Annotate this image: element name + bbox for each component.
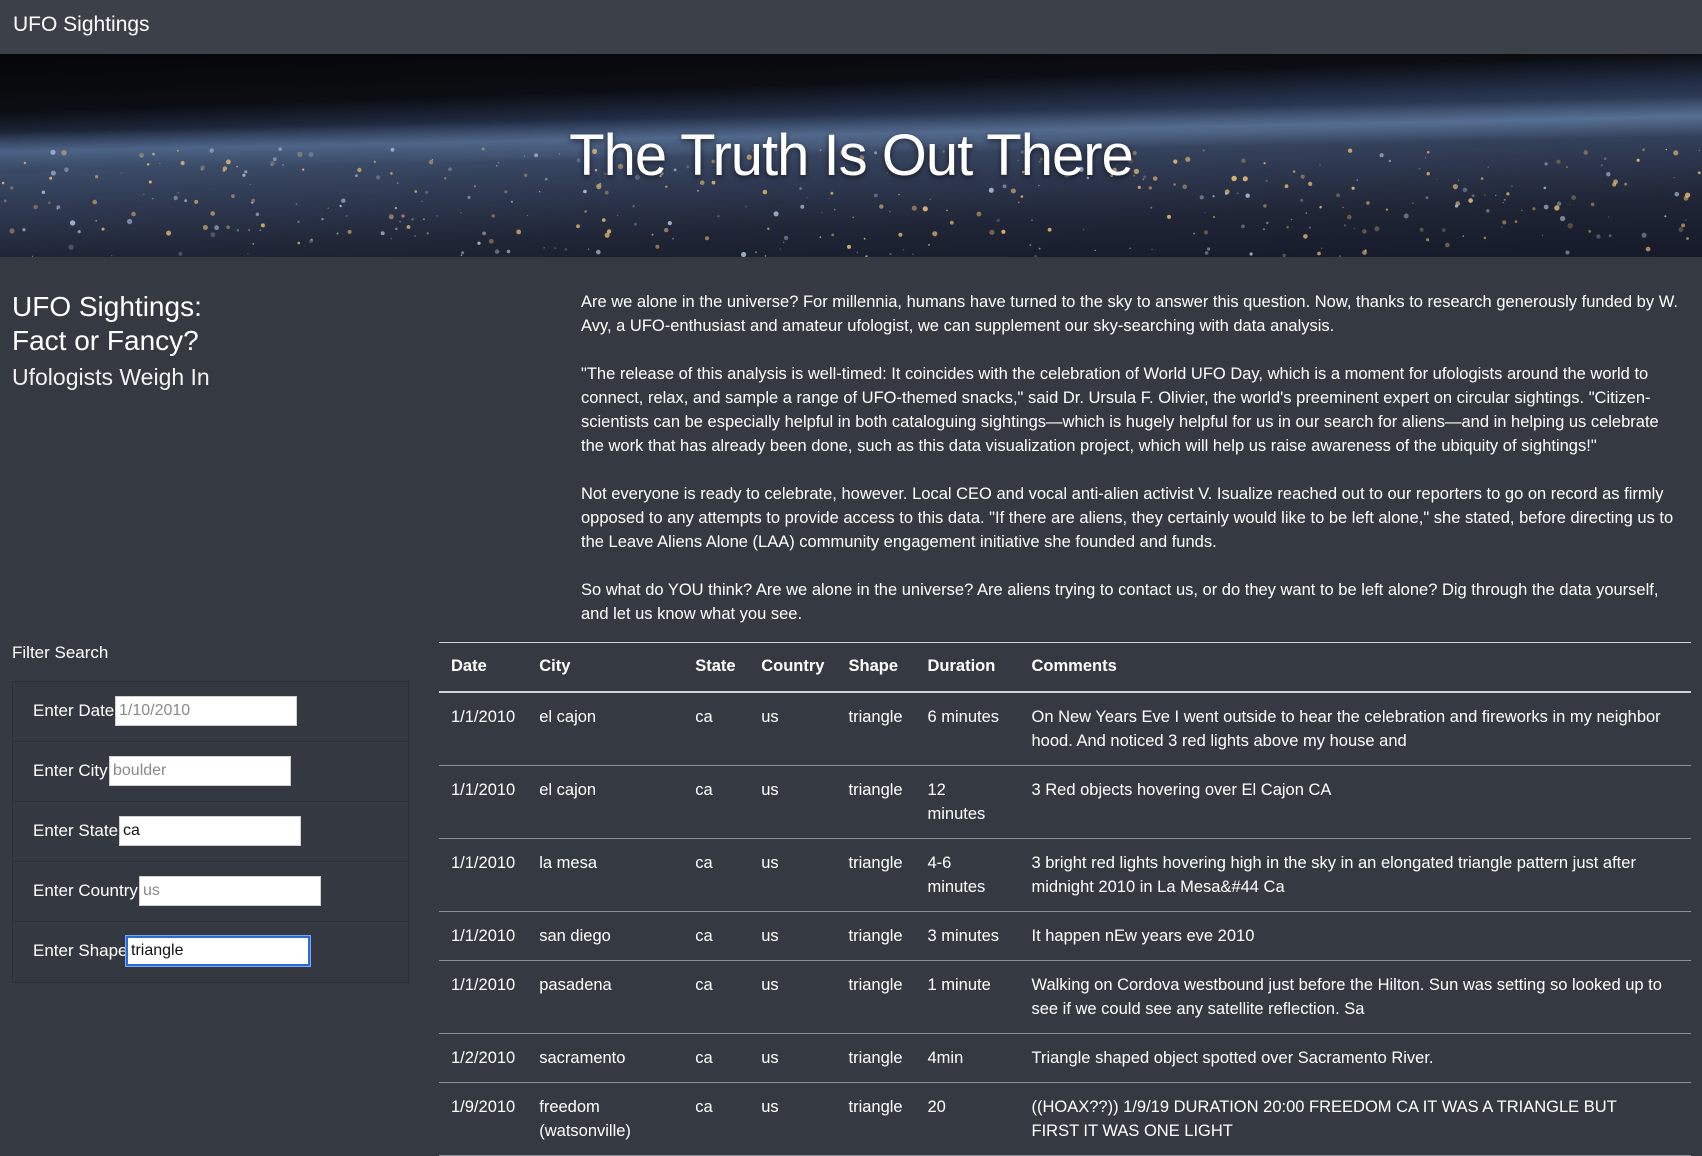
filter-date: Enter Date bbox=[13, 682, 408, 742]
sightings-table-container: Date City State Country Shape Duration C… bbox=[439, 642, 1691, 1156]
filter-list: Enter Date Enter City Enter State Enter … bbox=[12, 681, 409, 983]
column-header-comments[interactable]: Comments bbox=[1019, 642, 1691, 693]
table-body: 1/1/2010 el cajon ca us triangle 6 minutes On … bbox=[439, 691, 1691, 1156]
filter-country-label: Enter Country bbox=[33, 881, 138, 900]
navbar-brand[interactable]: UFO Sightings bbox=[13, 13, 150, 37]
table-header-row: Date City State Country Shape Duration C… bbox=[439, 642, 1691, 693]
country-cell: us bbox=[749, 960, 837, 1034]
country-cell: us bbox=[749, 691, 837, 766]
column-header-country[interactable]: Country bbox=[749, 642, 837, 693]
shape-cell: triangle bbox=[836, 765, 916, 839]
comments-cell: On New Years Eve I went outside to hear … bbox=[1019, 691, 1691, 766]
duration-cell: 3 minutes bbox=[915, 911, 1020, 961]
page-heading: UFO Sightings: Fact or Fancy? Ufologists… bbox=[12, 290, 412, 392]
table-row: 1/1/2010 pasadena ca us triangle 1 minute Walk… bbox=[439, 960, 1691, 1034]
country-cell: us bbox=[749, 765, 837, 839]
city-cell: freedom (watsonville) bbox=[527, 1082, 684, 1156]
comments-cell: 3 Red objects hovering over El Cajon CA bbox=[1019, 765, 1691, 839]
state-cell: ca bbox=[683, 765, 750, 839]
city-input[interactable] bbox=[109, 756, 291, 786]
article-paragraph: So what do YOU think? Are we alone in th… bbox=[581, 581, 1659, 623]
state-cell: ca bbox=[683, 1082, 750, 1156]
sightings-table: Date City State Country Shape Duration C… bbox=[439, 642, 1691, 1156]
state-cell: ca bbox=[683, 691, 750, 766]
date-cell: 1/9/2010 bbox=[439, 1082, 528, 1156]
city-cell: el cajon bbox=[527, 765, 684, 839]
shape-cell: triangle bbox=[836, 1033, 916, 1083]
date-cell: 1/1/2010 bbox=[439, 691, 528, 766]
filter-city: Enter City bbox=[13, 742, 408, 802]
shape-cell: triangle bbox=[836, 960, 916, 1034]
city-cell: sacramento bbox=[527, 1033, 684, 1083]
duration-cell: 20 bbox=[915, 1082, 1020, 1156]
table-row: 1/9/2010 freedom (watsonville) ca us triangl… bbox=[439, 1082, 1691, 1156]
heading-subtitle: Ufologists Weigh In bbox=[12, 364, 210, 390]
filter-country: Enter Country bbox=[13, 862, 408, 922]
date-input[interactable] bbox=[115, 696, 297, 726]
shape-input[interactable] bbox=[125, 935, 311, 967]
duration-cell: 1 minute bbox=[915, 960, 1020, 1034]
date-cell: 1/1/2010 bbox=[439, 838, 528, 912]
city-cell: pasadena bbox=[527, 960, 684, 1034]
filter-date-label: Enter Date bbox=[33, 701, 115, 720]
date-cell: 1/1/2010 bbox=[439, 960, 528, 1034]
filter-state-label: Enter State bbox=[33, 821, 119, 840]
state-input[interactable] bbox=[119, 816, 301, 846]
column-header-duration[interactable]: Duration bbox=[915, 642, 1020, 693]
filter-search-title: Filter Search bbox=[12, 643, 109, 662]
table-row: 1/2/2010 sacramento ca us triangle 4min Triang… bbox=[439, 1033, 1691, 1083]
duration-cell: 4min bbox=[915, 1033, 1020, 1083]
state-cell: ca bbox=[683, 1033, 750, 1083]
article-paragraph: Not everyone is ready to celebrate, howe… bbox=[581, 485, 1674, 551]
article-paragraph: Are we alone in the universe? For millen… bbox=[581, 293, 1678, 335]
filter-shape: Enter Shape bbox=[13, 922, 408, 982]
shape-cell: triangle bbox=[836, 1082, 916, 1156]
navbar: UFO Sightings bbox=[0, 0, 1702, 54]
comments-cell: Walking on Cordova westbound just before… bbox=[1019, 960, 1691, 1034]
filter-state: Enter State bbox=[13, 802, 408, 862]
country-cell: us bbox=[749, 911, 837, 961]
shape-cell: triangle bbox=[836, 691, 916, 766]
column-header-city[interactable]: City bbox=[527, 642, 684, 693]
date-cell: 1/2/2010 bbox=[439, 1033, 528, 1083]
shape-cell: triangle bbox=[836, 911, 916, 961]
city-cell: san diego bbox=[527, 911, 684, 961]
comments-cell: Triangle shaped object spotted over Sacr… bbox=[1019, 1033, 1691, 1083]
duration-cell: 4-6 minutes bbox=[915, 838, 1020, 912]
hero-title: The Truth Is Out There bbox=[569, 123, 1134, 188]
hero-banner: The Truth Is Out There bbox=[0, 54, 1702, 257]
comments-cell: ((HOAX??)) 1/9/19 DURATION 20:00 FREEDOM… bbox=[1019, 1082, 1691, 1156]
column-header-state[interactable]: State bbox=[683, 642, 750, 693]
country-cell: us bbox=[749, 1033, 837, 1083]
country-cell: us bbox=[749, 838, 837, 912]
heading-title-line1: UFO Sightings: bbox=[12, 291, 202, 322]
date-cell: 1/1/2010 bbox=[439, 911, 528, 961]
article-paragraph: "The release of this analysis is well-ti… bbox=[581, 365, 1659, 455]
column-header-date[interactable]: Date bbox=[439, 642, 528, 693]
duration-cell: 12 minutes bbox=[915, 765, 1020, 839]
city-cell: la mesa bbox=[527, 838, 684, 912]
heading-title-line2: Fact or Fancy? bbox=[12, 325, 199, 356]
shape-cell: triangle bbox=[836, 838, 916, 912]
filter-city-label: Enter City bbox=[33, 761, 108, 780]
state-cell: ca bbox=[683, 960, 750, 1034]
table-row: 1/1/2010 san diego ca us triangle 3 minutes It… bbox=[439, 911, 1691, 961]
table-row: 1/1/2010 la mesa ca us triangle 4-6 minutes 3 … bbox=[439, 838, 1691, 912]
country-cell: us bbox=[749, 1082, 837, 1156]
comments-cell: It happen nEw years eve 2010 bbox=[1019, 911, 1691, 961]
date-cell: 1/1/2010 bbox=[439, 765, 528, 839]
country-input[interactable] bbox=[139, 876, 321, 906]
table-row: 1/1/2010 el cajon ca us triangle 6 minutes On … bbox=[439, 691, 1691, 766]
filter-shape-label: Enter Shape bbox=[33, 941, 128, 960]
column-header-shape[interactable]: Shape bbox=[836, 642, 916, 693]
state-cell: ca bbox=[683, 911, 750, 961]
article: Are we alone in the universe? For millen… bbox=[581, 290, 1681, 650]
duration-cell: 6 minutes bbox=[915, 691, 1020, 766]
city-cell: el cajon bbox=[527, 691, 684, 766]
table-row: 1/1/2010 el cajon ca us triangle 12 minutes 3 … bbox=[439, 765, 1691, 839]
comments-cell: 3 bright red lights hovering high in the… bbox=[1019, 838, 1691, 912]
state-cell: ca bbox=[683, 838, 750, 912]
